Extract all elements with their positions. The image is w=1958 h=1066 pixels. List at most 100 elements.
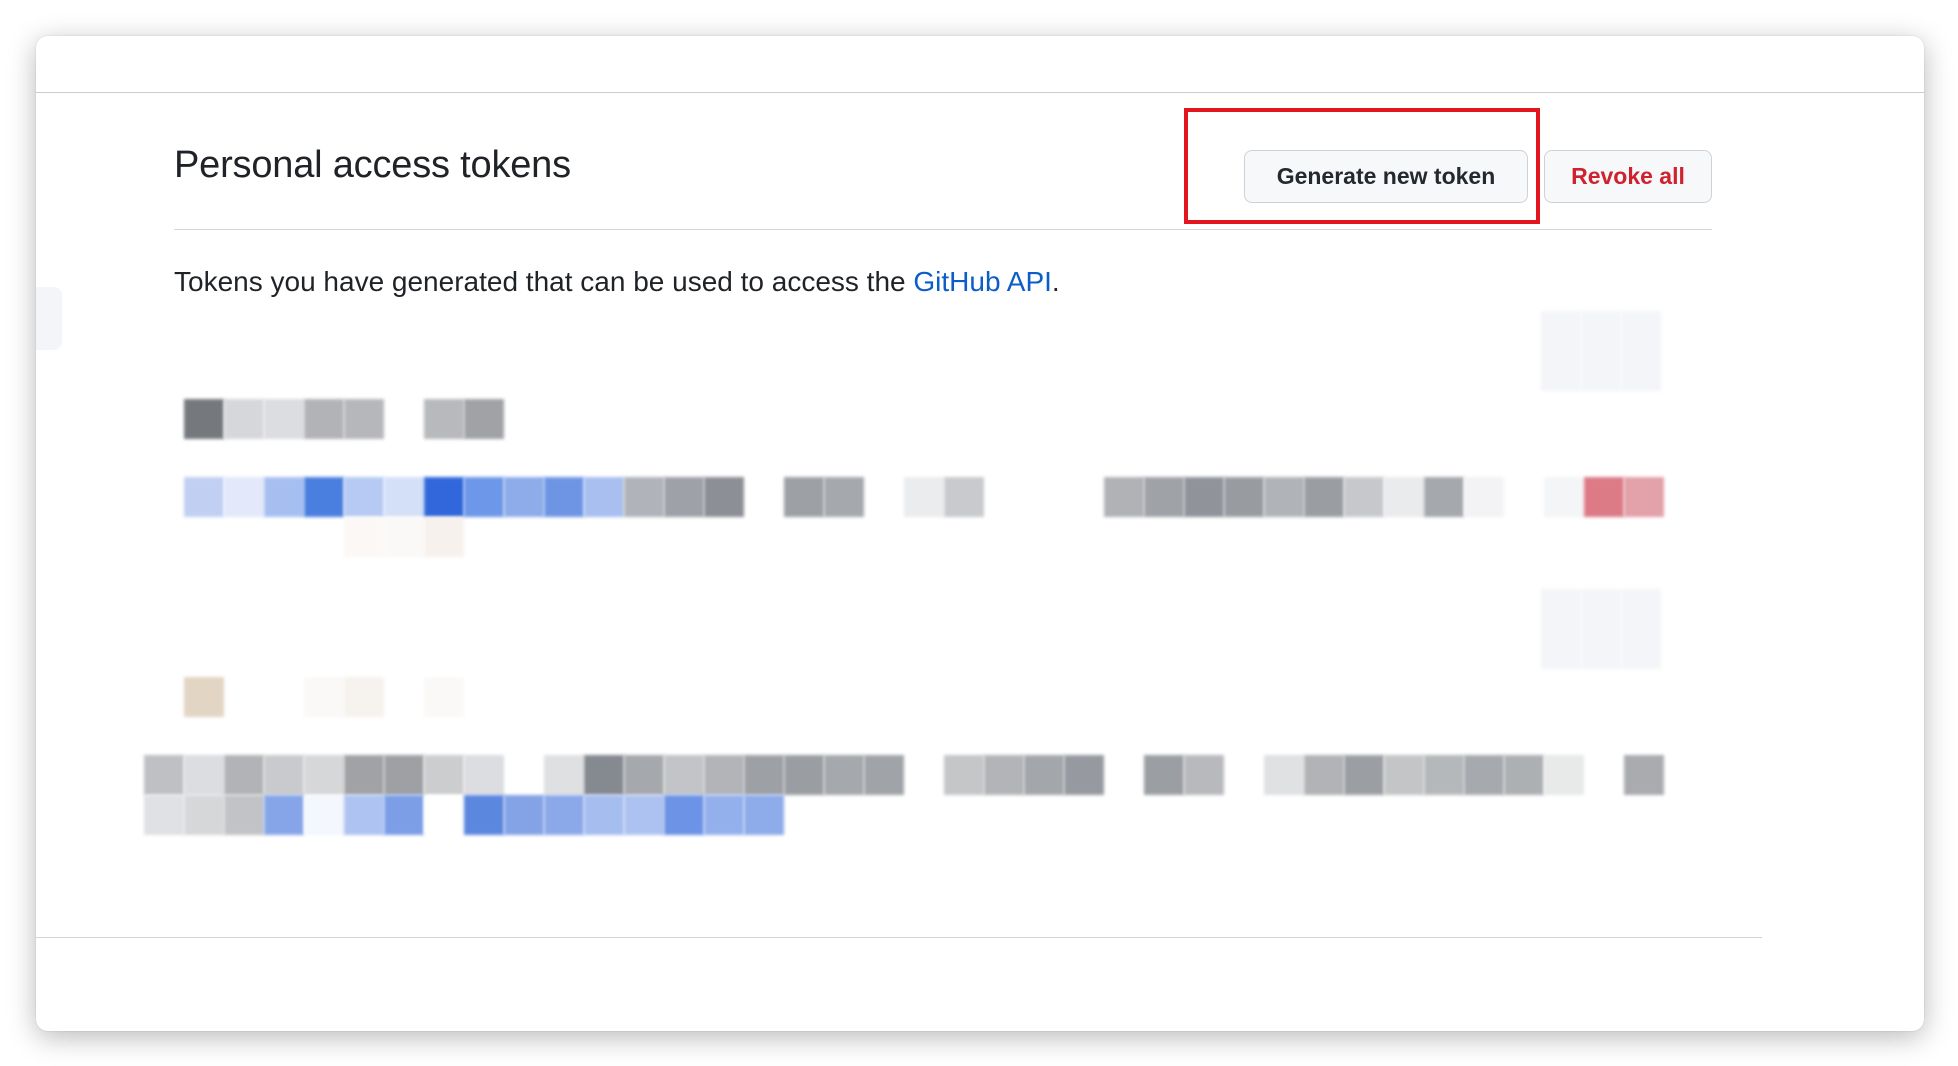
redacted-block [344,477,384,517]
redacted-block [384,795,424,835]
redacted-block [424,677,464,717]
redacted-block [824,755,864,795]
redacted-block [184,677,224,717]
settings-window: Personal access tokens Generate new toke… [36,36,1924,1031]
header-divider [174,229,1712,230]
redacted-block [224,795,264,835]
redacted-block [1504,755,1544,795]
redacted-block [464,399,504,439]
redacted-block [1424,477,1464,517]
redacted-block [184,477,224,517]
redacted-block [1581,589,1621,669]
redacted-block [144,795,184,835]
redacted-block [384,477,424,517]
redacted-block [584,795,624,835]
redacted-block [344,517,384,557]
redacted-block [344,677,384,717]
sidebar-tab[interactable] [36,287,62,350]
redacted-block [1304,477,1344,517]
redacted-block [584,477,624,517]
redacted-block [944,477,984,517]
redacted-block [864,755,904,795]
tokens-description: Tokens you have generated that can be us… [174,266,1060,298]
redacted-block [544,795,584,835]
top-divider [36,92,1924,93]
redacted-block [784,755,824,795]
redacted-block [424,399,464,439]
redacted-block [304,795,344,835]
redacted-block [144,755,184,795]
redacted-block [184,795,224,835]
redacted-block [1224,477,1264,517]
redacted-block [1024,755,1064,795]
redacted-block [424,755,464,795]
redacted-block [184,399,224,439]
redacted-block [704,795,744,835]
redacted-block [304,755,344,795]
redacted-block [464,755,504,795]
redacted-block [224,399,264,439]
redacted-block [424,517,464,557]
redacted-block [464,477,504,517]
redacted-block [384,755,424,795]
redacted-block [944,755,984,795]
redacted-block [824,477,864,517]
redacted-block [664,755,704,795]
redacted-block [664,795,704,835]
redacted-block [1464,477,1504,517]
redacted-block [264,795,304,835]
redacted-block [464,795,504,835]
redacted-block [624,795,664,835]
redacted-block [1384,477,1424,517]
redacted-block [744,755,784,795]
redacted-block [264,477,304,517]
redacted-block [1264,755,1304,795]
redacted-block [1384,755,1424,795]
redacted-block [1621,589,1661,669]
redacted-block [1184,755,1224,795]
redacted-block [904,477,944,517]
redacted-block [424,795,464,835]
redacted-block [184,755,224,795]
highlight-annotation-box [1184,108,1540,224]
redacted-block [1344,755,1384,795]
redacted-block [1424,755,1464,795]
redacted-block [304,477,344,517]
redacted-block [1184,477,1224,517]
revoke-all-button[interactable]: Revoke all [1544,150,1712,203]
redacted-block [624,477,664,517]
bottom-divider [36,937,1762,938]
redacted-block [1624,477,1664,517]
redacted-block [224,755,264,795]
redacted-block [544,755,584,795]
redacted-block [744,795,784,835]
redacted-block [504,477,544,517]
redacted-block [664,477,704,517]
redacted-block [304,677,344,717]
github-api-link[interactable]: GitHub API [913,266,1052,297]
redacted-block [1624,755,1664,795]
redacted-block [1144,477,1184,517]
redacted-block [984,755,1024,795]
redacted-block [344,755,384,795]
redacted-block [1144,755,1184,795]
redacted-block [624,755,664,795]
redacted-block [544,477,584,517]
description-period: . [1051,266,1060,297]
redacted-block [344,399,384,439]
redacted-block [264,755,304,795]
redacted-block [1544,755,1584,795]
redacted-block [704,477,744,517]
redacted-block [1541,311,1581,391]
redacted-block [1304,755,1344,795]
description-text: Tokens you have generated that can be us… [174,266,914,297]
redacted-block [584,755,624,795]
redacted-block [1104,477,1144,517]
redacted-block [1344,477,1384,517]
redacted-block [224,477,264,517]
page-title: Personal access tokens [174,144,571,186]
redacted-block [704,755,744,795]
redacted-block [1464,755,1504,795]
redacted-block [1581,311,1621,391]
redacted-block [304,399,344,439]
